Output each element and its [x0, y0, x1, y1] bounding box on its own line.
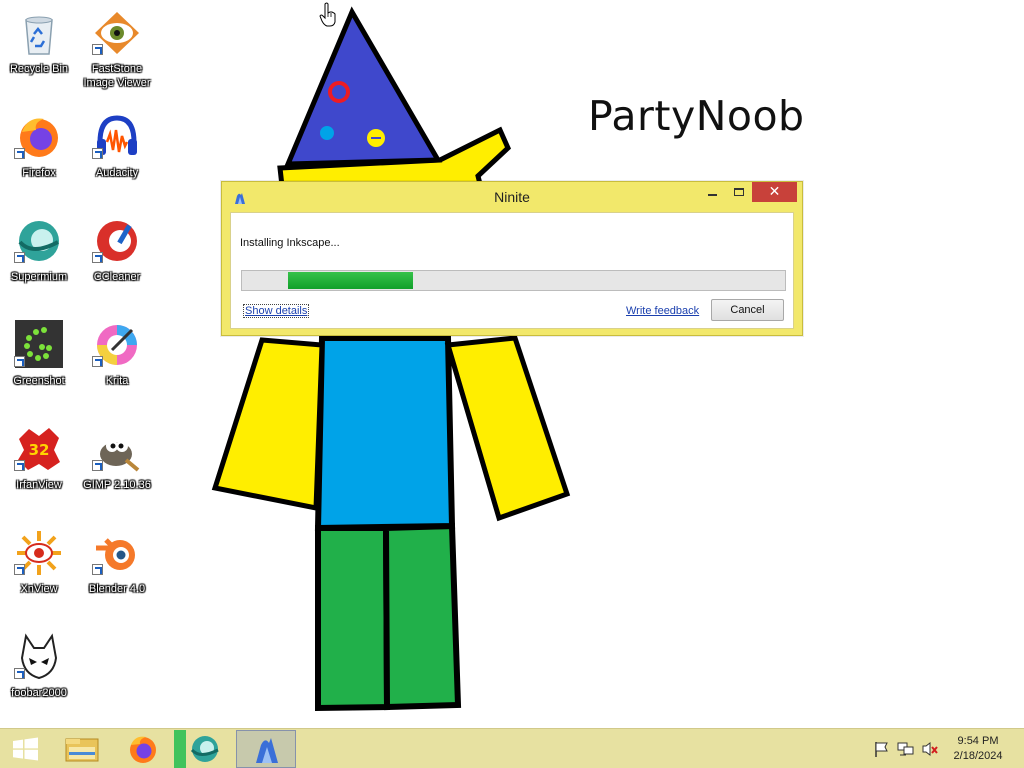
firefox-icon [130, 736, 156, 763]
action-center-flag-icon[interactable] [873, 741, 891, 757]
shortcut-arrow-icon [14, 460, 25, 471]
network-icon[interactable] [897, 741, 915, 757]
cancel-button[interactable]: Cancel [711, 299, 784, 321]
file-explorer-icon [65, 738, 99, 762]
svg-text:32: 32 [29, 441, 50, 459]
close-button[interactable]: ✕ [752, 182, 797, 202]
show-details-link[interactable]: Show details [243, 304, 310, 318]
system-clock[interactable]: 9:54 PM 2/18/2024 [946, 734, 1010, 764]
desktop-icon-label: FastStone Image Viewer [83, 63, 151, 89]
taskbar-file-explorer[interactable] [52, 730, 112, 768]
shortcut-arrow-icon [92, 148, 103, 159]
start-button[interactable] [0, 729, 52, 768]
desktop-icon-label: Recycle Bin [9, 63, 69, 75]
shortcut-arrow-icon [14, 668, 25, 679]
desktop-icon-supermium[interactable]: Supermium [2, 212, 76, 312]
window-titlebar[interactable]: Ninite ✕ [222, 182, 802, 212]
desktop-icon-audacity[interactable]: Audacity [80, 108, 154, 208]
taskbar-supermium[interactable] [174, 730, 234, 768]
shortcut-arrow-icon [92, 252, 103, 263]
ninite-window: Ninite ✕ Installing Inkscape... Show det… [221, 181, 803, 336]
desktop-icon-label: Firefox [22, 167, 56, 179]
clock-time: 9:54 PM [957, 735, 999, 747]
hand-cursor-icon [319, 2, 336, 27]
recycle-bin-icon [25, 16, 53, 55]
windows-logo-icon [13, 737, 38, 761]
desktop-icon-label: Greenshot [13, 375, 65, 387]
maximize-icon [734, 188, 744, 196]
clock-date: 2/18/2024 [953, 750, 1003, 762]
desktop-icon-blender[interactable]: Blender 4.0 [80, 524, 154, 624]
desktop-icon-label: GIMP 2.10.36 [83, 479, 151, 491]
shortcut-arrow-icon [14, 252, 25, 263]
shortcut-arrow-icon [92, 564, 103, 575]
install-progress-bar [241, 270, 786, 291]
desktop-icon-label: XnView [20, 583, 58, 595]
desktop-icon-irfanview[interactable]: 32 IrfanView [2, 420, 76, 520]
desktop-icon-label: Audacity [95, 167, 139, 179]
desktop-icon-label: CCleaner [93, 271, 141, 283]
desktop-icon-greenshot[interactable]: Greenshot [2, 316, 76, 416]
desktop-icon-gimp[interactable]: GIMP 2.10.36 [80, 420, 154, 520]
installer-panel: Installing Inkscape... Show details Writ… [230, 212, 794, 329]
desktop-icon-ccleaner[interactable]: CCleaner [80, 212, 154, 312]
desktop-icon-recycle-bin[interactable]: Recycle Bin [2, 4, 76, 104]
desktop-icon-label: Krita [105, 375, 129, 387]
desktop-icon-foobar2000[interactable]: foobar2000 [2, 628, 76, 728]
desktop-icon-faststone[interactable]: FastStone Image Viewer [80, 4, 154, 104]
wallpaper-caption: PartyNoob [588, 92, 805, 140]
shortcut-arrow-icon [14, 564, 25, 575]
ninite-icon [256, 738, 278, 763]
desktop-icon-label: foobar2000 [11, 687, 67, 699]
progress-fill [288, 272, 413, 289]
desktop-icon-xnview[interactable]: XnView [2, 524, 76, 624]
desktop-icon-firefox[interactable]: Firefox [2, 108, 76, 208]
supermium-icon [174, 730, 219, 768]
volume-muted-icon[interactable] [921, 741, 939, 757]
minimize-button[interactable] [700, 182, 726, 202]
shortcut-arrow-icon [92, 460, 103, 471]
desktop-icon-label: IrfanView [16, 479, 62, 491]
shortcut-arrow-icon [14, 148, 25, 159]
desktop-icon-label: Supermium [10, 271, 68, 283]
shortcut-arrow-icon [14, 356, 25, 367]
write-feedback-link[interactable]: Write feedback [626, 305, 699, 317]
desktop-icon-label: Blender 4.0 [88, 583, 146, 595]
shortcut-arrow-icon [92, 44, 103, 55]
taskbar-firefox[interactable] [113, 730, 173, 768]
minimize-icon [708, 194, 717, 196]
shortcut-arrow-icon [92, 356, 103, 367]
maximize-button[interactable] [726, 182, 752, 202]
taskbar: 9:54 PM 2/18/2024 [0, 728, 1024, 768]
desktop-icon-krita[interactable]: Krita [80, 316, 154, 416]
taskbar-ninite[interactable] [236, 730, 296, 768]
install-status-text: Installing Inkscape... [240, 237, 340, 249]
close-icon: ✕ [768, 183, 781, 199]
